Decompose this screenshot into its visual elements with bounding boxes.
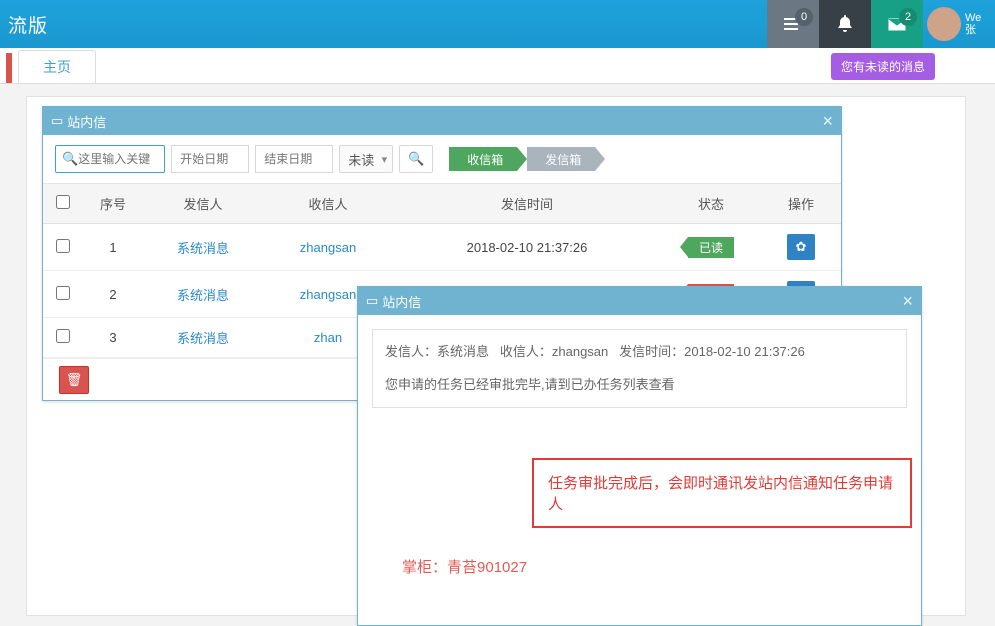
search-input[interactable]: [78, 152, 158, 166]
message-meta: 发信人：系统消息 收信人：zhangsan 发信时间：2018-02-10 21…: [372, 329, 907, 408]
col-status: 状态: [661, 184, 761, 224]
crumb-outbox[interactable]: 发信箱: [527, 147, 595, 171]
detail-panel-title: 站内信: [382, 292, 421, 311]
col-op: 操作: [761, 184, 841, 224]
search-icon: 🔍: [62, 151, 78, 167]
message-body: 您申请的任务已经审批完毕,请到已办任务列表查看: [385, 373, 894, 398]
col-sender: 发信人: [143, 184, 263, 224]
notif-count-badge: 0: [795, 8, 813, 26]
close-icon[interactable]: ×: [822, 111, 833, 132]
delete-button[interactable]: 🗑: [59, 366, 89, 394]
col-recipient: 收信人: [263, 184, 393, 224]
user-greet: We 张: [965, 12, 981, 36]
search-box[interactable]: 🔍: [55, 145, 165, 173]
owner-line: 掌柜：青苔901027: [402, 556, 907, 577]
inbox-panel-title: 站内信: [67, 112, 106, 131]
row-checkbox[interactable]: [56, 239, 70, 253]
annotation-callout: 任务审批完成后，会即时通讯发站内信通知任务申请人: [532, 458, 912, 528]
status-filter-select[interactable]: 未读: [339, 145, 393, 173]
col-time: 发信时间: [393, 184, 661, 224]
mail-icon[interactable]: 2: [871, 0, 923, 48]
status-badge: 已读: [688, 237, 734, 258]
detail-panel-header[interactable]: ▭ 站内信 ×: [358, 287, 921, 315]
col-idx: 序号: [83, 184, 143, 224]
avatar: [927, 7, 961, 41]
window-icon: ▭: [366, 293, 378, 309]
tab-home[interactable]: 主页: [18, 50, 96, 83]
search-icon: 🔍: [408, 151, 424, 167]
table-row[interactable]: 1 系统消息 zhangsan 2018-02-10 21:37:26 已读 ✿: [43, 224, 841, 271]
gear-icon: ✿: [796, 239, 807, 255]
inbox-panel-header[interactable]: ▭ 站内信 ×: [43, 107, 841, 135]
brand-title: 流版: [0, 11, 48, 38]
search-button[interactable]: 🔍: [399, 145, 433, 173]
mail-count-badge: 2: [899, 8, 917, 26]
bell-icon[interactable]: [819, 0, 871, 48]
tab-close-stub[interactable]: [6, 53, 12, 83]
recipient-link[interactable]: zhangsan: [263, 224, 393, 271]
close-icon[interactable]: ×: [902, 291, 913, 312]
select-all-checkbox[interactable]: [56, 195, 70, 209]
sender-link[interactable]: 系统消息: [143, 224, 263, 271]
user-menu[interactable]: We 张: [923, 0, 995, 48]
crumb-inbox[interactable]: 收信箱: [449, 147, 517, 171]
row-checkbox[interactable]: [56, 329, 70, 343]
row-action-button[interactable]: ✿: [787, 234, 815, 260]
end-date-input[interactable]: [255, 145, 333, 173]
start-date-input[interactable]: [171, 145, 249, 173]
window-icon: ▭: [51, 113, 63, 129]
sender-link[interactable]: 系统消息: [143, 318, 263, 358]
message-detail-panel: ▭ 站内信 × 发信人：系统消息 收信人：zhangsan 发信时间：2018-…: [357, 286, 922, 626]
sender-link[interactable]: 系统消息: [143, 271, 263, 318]
trash-icon: 🗑: [66, 372, 83, 388]
unread-toast[interactable]: 您有未读的消息: [831, 53, 935, 80]
top-bar: 流版 0 2 We 张: [0, 0, 995, 48]
top-icons: 0 2 We 张: [767, 0, 995, 48]
toolbar: 🔍 未读 🔍 收信箱 发信箱: [43, 135, 841, 184]
row-checkbox[interactable]: [56, 286, 70, 300]
notif-list-icon[interactable]: 0: [767, 0, 819, 48]
